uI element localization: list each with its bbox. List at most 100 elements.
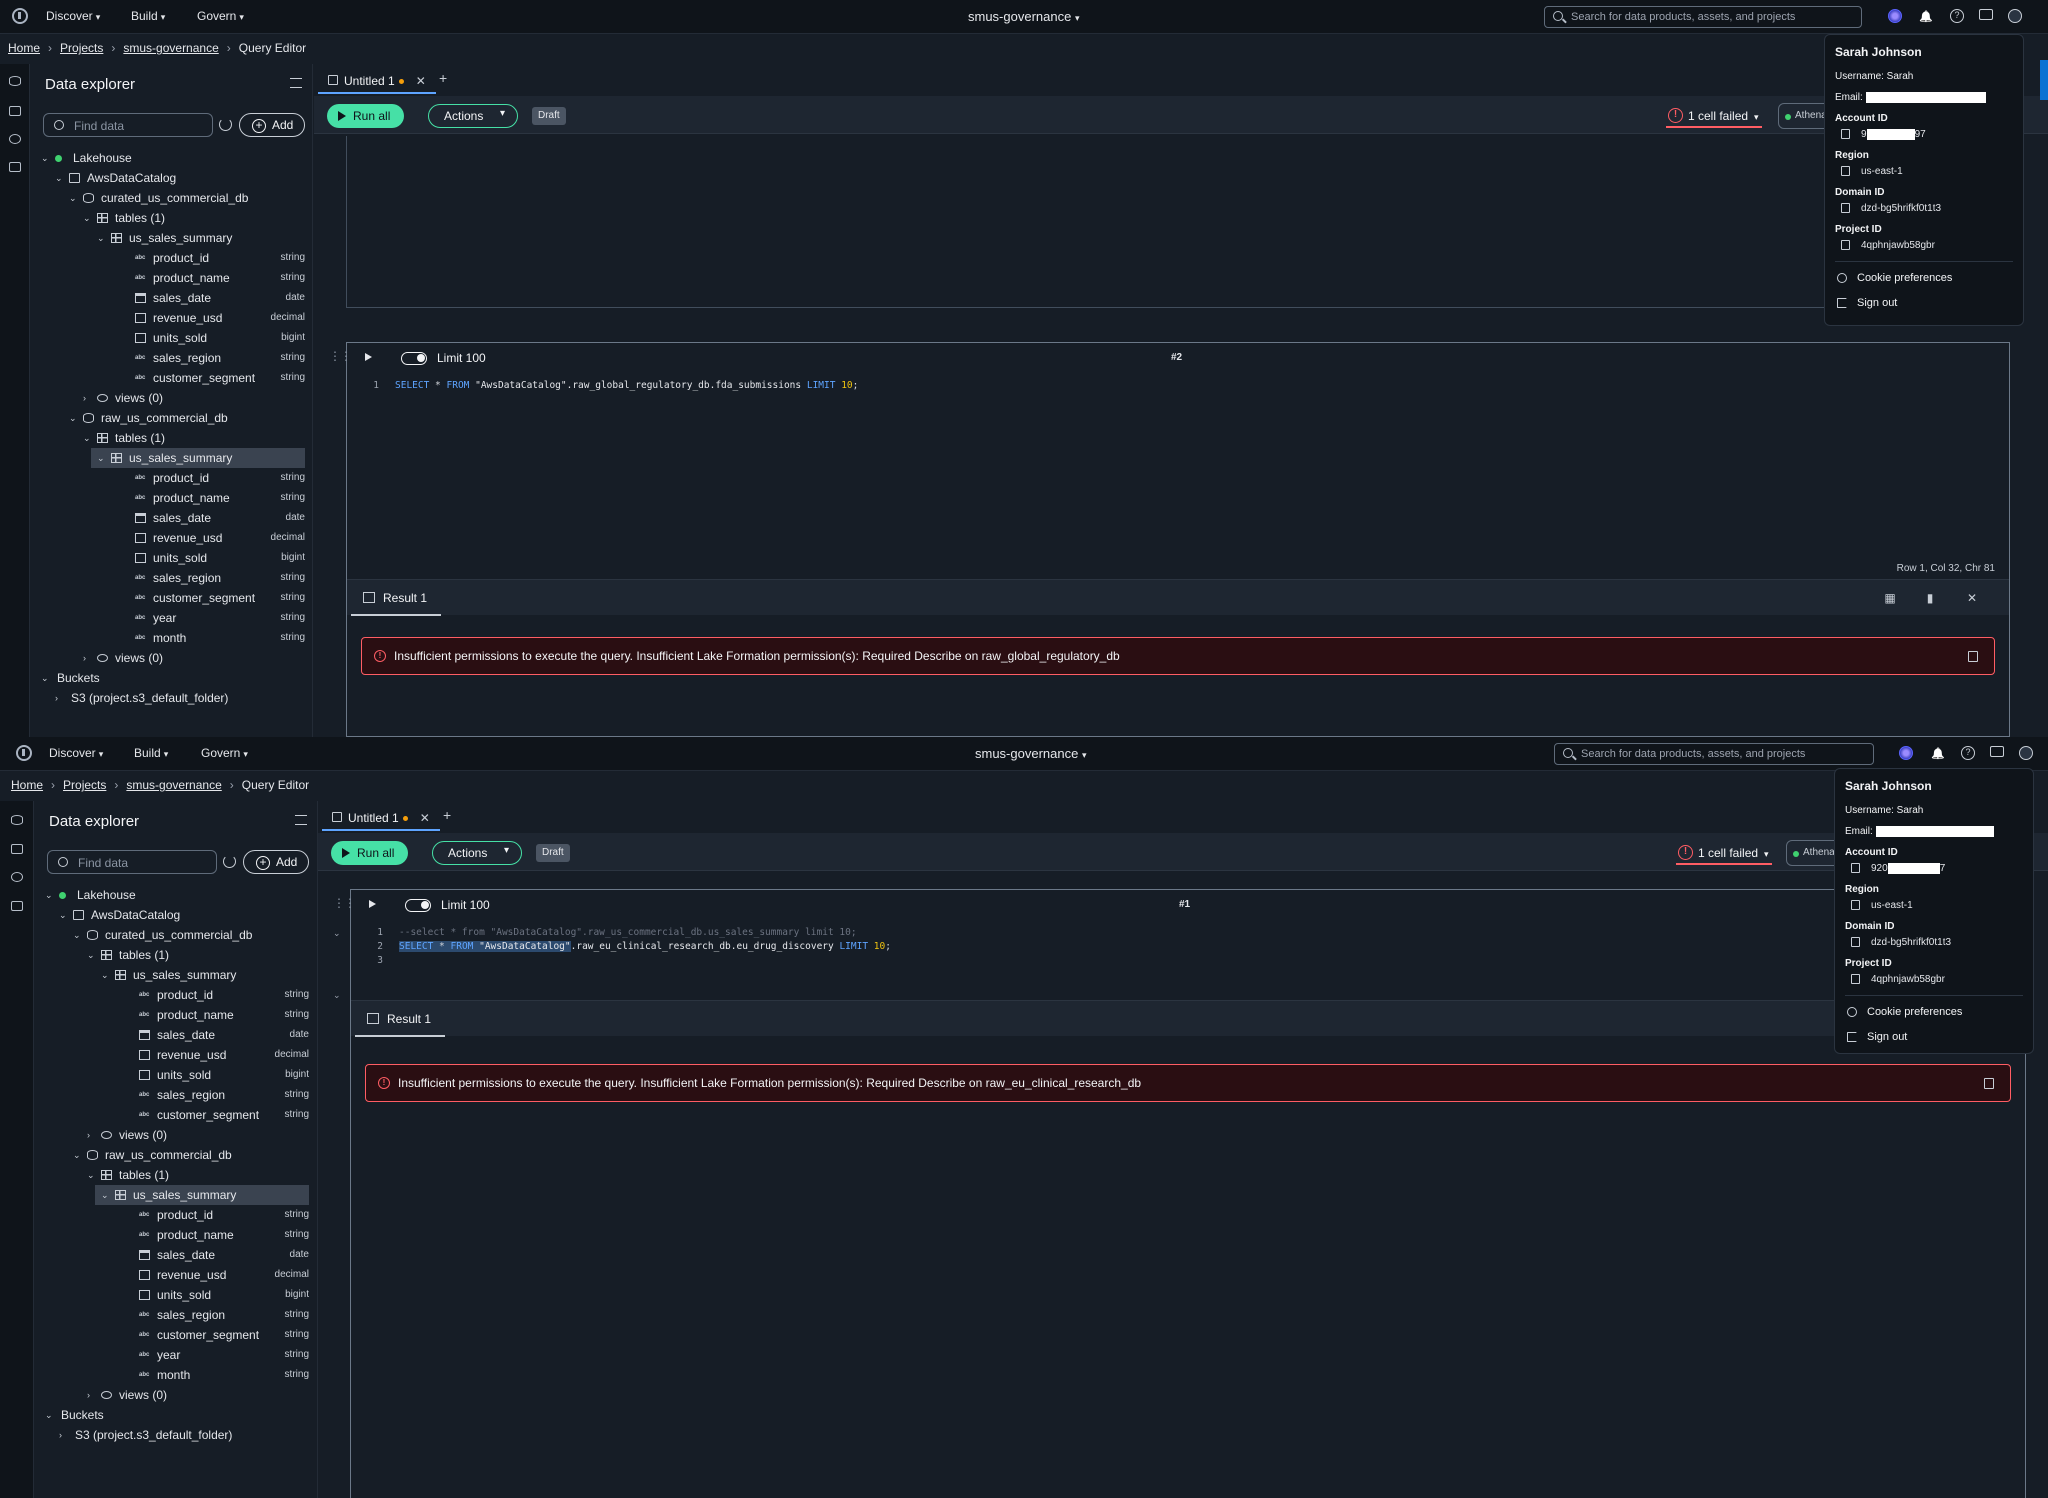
collapse-panel-icon[interactable] xyxy=(295,815,307,825)
run-all-button[interactable]: Run all xyxy=(327,104,404,128)
find-data-input[interactable]: Find data xyxy=(43,113,213,137)
limit-toggle[interactable] xyxy=(405,899,431,912)
history-icon[interactable] xyxy=(11,872,23,882)
collapse-code-icon[interactable]: ⌄ xyxy=(333,928,341,939)
tree-tables-folder[interactable]: ⌄ tables (1) xyxy=(35,945,317,965)
discover-menu[interactable]: Discover ▾ xyxy=(46,9,100,23)
cookie-preferences-link[interactable]: Cookie preferences xyxy=(1835,272,2013,284)
close-result-icon[interactable]: ✕ xyxy=(1965,591,1979,605)
tree-column[interactable]: abc sales_region string xyxy=(35,1085,317,1105)
tree-column[interactable]: abc year string xyxy=(31,608,313,628)
database-icon[interactable] xyxy=(11,815,23,825)
chevron-right-icon[interactable]: › xyxy=(87,1385,97,1405)
tree-column[interactable]: abc product_name string xyxy=(35,1005,317,1025)
breadcrumb-projects[interactable]: Projects xyxy=(60,41,103,55)
feedback-icon[interactable] xyxy=(1990,746,2004,757)
actions-button[interactable]: Actions ▾ xyxy=(428,104,518,128)
run-all-button[interactable]: Run all xyxy=(331,841,408,865)
chevron-down-icon[interactable]: ⌄ xyxy=(45,885,55,905)
tree-views-folder[interactable]: › views (0) xyxy=(31,648,313,668)
tree-db-raw[interactable]: ⌄ raw_us_commercial_db xyxy=(31,408,313,428)
collapse-panel-icon[interactable] xyxy=(290,78,302,88)
database-icon[interactable] xyxy=(9,76,21,86)
user-profile-icon[interactable] xyxy=(2019,746,2033,760)
tree-column[interactable]: sales_date date xyxy=(35,1245,317,1265)
tree-buckets[interactable]: ⌄ Buckets xyxy=(35,1405,317,1425)
global-search-input[interactable]: Search for data products, assets, and pr… xyxy=(1554,743,1874,765)
collapse-result-icon[interactable]: ⌄ xyxy=(333,990,341,1001)
tree-column[interactable]: abc customer_segment string xyxy=(31,588,313,608)
tree-column[interactable]: abc year string xyxy=(35,1345,317,1365)
actions-button[interactable]: Actions ▾ xyxy=(432,841,522,865)
connections-icon[interactable] xyxy=(11,901,23,911)
tree-views-folder[interactable]: › views (0) xyxy=(31,388,313,408)
tree-column[interactable]: abc product_id string xyxy=(31,248,313,268)
find-data-input[interactable]: Find data xyxy=(47,850,217,874)
help-icon[interactable]: ? xyxy=(1950,9,1964,23)
copy-icon[interactable] xyxy=(1841,240,1850,251)
build-menu[interactable]: Build ▾ xyxy=(134,746,168,760)
govern-menu[interactable]: Govern ▾ xyxy=(201,746,248,760)
tree-column[interactable]: revenue_usd decimal xyxy=(35,1265,317,1285)
chevron-down-icon[interactable]: ⌄ xyxy=(41,668,51,688)
chevron-down-icon[interactable]: ⌄ xyxy=(69,188,79,208)
notifications-icon[interactable] xyxy=(1919,9,1933,23)
refresh-icon[interactable] xyxy=(223,855,236,868)
limit-toggle[interactable] xyxy=(401,352,427,365)
chevron-down-icon[interactable]: ⌄ xyxy=(55,168,65,188)
tree-db-raw[interactable]: ⌄ raw_us_commercial_db xyxy=(35,1145,317,1165)
chevron-down-icon[interactable]: ⌄ xyxy=(101,965,111,985)
chevron-down-icon[interactable]: ⌄ xyxy=(87,1165,97,1185)
chevron-down-icon[interactable]: ⌄ xyxy=(83,428,93,448)
copy-icon[interactable] xyxy=(1851,863,1860,874)
tree-column[interactable]: sales_date date xyxy=(31,508,313,528)
chevron-down-icon[interactable]: ⌄ xyxy=(87,945,97,965)
new-tab-button[interactable]: + xyxy=(439,70,447,86)
feedback-icon[interactable] xyxy=(1979,9,1993,20)
code-editor[interactable]: 1 SELECT * FROM "AwsDataCatalog".raw_glob… xyxy=(347,379,2009,393)
add-button[interactable]: + Add xyxy=(243,850,309,874)
chart-view-icon[interactable]: ▮ xyxy=(1923,591,1937,605)
tree-table[interactable]: ⌄ us_sales_summary xyxy=(91,448,305,468)
copy-icon[interactable] xyxy=(1851,974,1860,985)
notifications-icon[interactable] xyxy=(1931,746,1945,760)
amazon-q-icon[interactable] xyxy=(1899,746,1913,760)
tree-table[interactable]: ⌄ us_sales_summary xyxy=(35,965,317,985)
tree-column[interactable]: abc product_id string xyxy=(31,468,313,488)
tree-table[interactable]: ⌄ us_sales_summary xyxy=(31,228,313,248)
tab-untitled-1[interactable]: Untitled 1 ✕ xyxy=(318,66,436,94)
tree-table[interactable]: ⌄ us_sales_summary xyxy=(95,1185,309,1205)
tree-views-folder[interactable]: › views (0) xyxy=(35,1125,317,1145)
tree-column[interactable]: abc customer_segment string xyxy=(35,1105,317,1125)
connections-icon[interactable] xyxy=(9,162,21,172)
chevron-down-icon[interactable]: ⌄ xyxy=(69,408,79,428)
chevron-right-icon[interactable]: › xyxy=(59,1425,69,1445)
tree-column[interactable]: abc product_name string xyxy=(31,488,313,508)
tree-buckets[interactable]: ⌄ Buckets xyxy=(31,668,313,688)
table-view-icon[interactable]: ▦ xyxy=(1883,591,1897,605)
tree-column[interactable]: abc sales_region string xyxy=(31,348,313,368)
copy-icon[interactable] xyxy=(1851,900,1860,911)
breadcrumb-project[interactable]: smus-governance xyxy=(123,41,218,55)
close-tab-icon[interactable]: ✕ xyxy=(416,74,426,88)
cell-failed-dropdown[interactable]: ! 1 cell failed ▾ xyxy=(1666,104,1762,128)
tree-db-curated[interactable]: ⌄ curated_us_commercial_db xyxy=(35,925,317,945)
tree-column[interactable]: units_sold bigint xyxy=(35,1285,317,1305)
sign-out-link[interactable]: Sign out xyxy=(1835,297,2013,309)
tab-untitled-1[interactable]: Untitled 1 ✕ xyxy=(322,803,440,831)
help-icon[interactable]: ? xyxy=(1961,746,1975,760)
cell-failed-dropdown[interactable]: ! 1 cell failed ▾ xyxy=(1676,841,1772,865)
copy-icon[interactable] xyxy=(1851,937,1860,948)
tree-column[interactable]: abc product_name string xyxy=(35,1225,317,1245)
run-cell-icon[interactable] xyxy=(369,900,376,908)
tree-tables-folder[interactable]: ⌄ tables (1) xyxy=(35,1165,317,1185)
chevron-down-icon[interactable]: ⌄ xyxy=(83,208,93,228)
refresh-icon[interactable] xyxy=(219,118,232,131)
chevron-right-icon[interactable]: › xyxy=(87,1125,97,1145)
copy-icon[interactable] xyxy=(1968,651,1978,662)
chevron-down-icon[interactable]: ⌄ xyxy=(41,148,51,168)
tree-db-curated[interactable]: ⌄ curated_us_commercial_db xyxy=(31,188,313,208)
scrollbar[interactable] xyxy=(2040,60,2048,100)
copy-icon[interactable] xyxy=(1984,1078,1994,1089)
copy-icon[interactable] xyxy=(1841,166,1850,177)
